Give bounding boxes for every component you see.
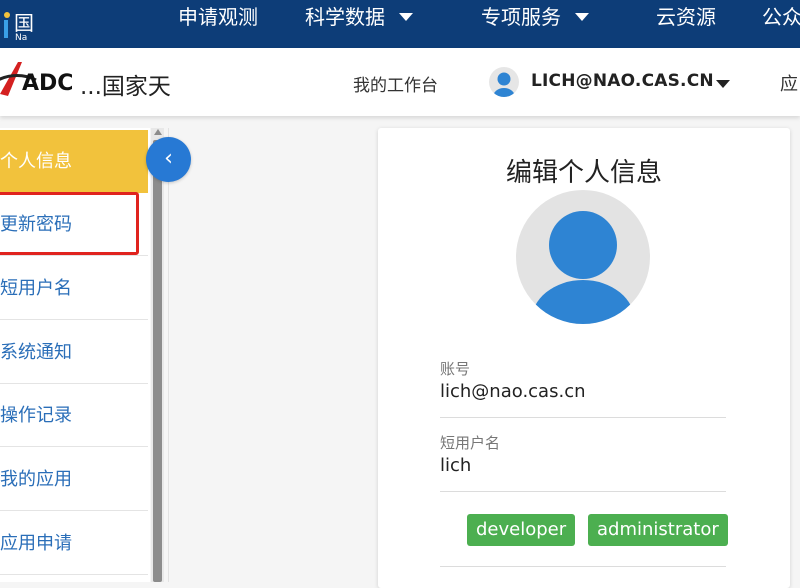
short-name-label: 短用户名 [440, 434, 501, 452]
sidebar-item-label: 操作记录 [0, 405, 72, 426]
nav-label: 申请观测 [178, 5, 258, 29]
top-navbar: 国 Na 申请观测 科学数据 专项服务 云资源 公众 [0, 0, 800, 48]
brand-logo[interactable]: ADC [0, 58, 74, 102]
chevron-left-icon: ‹ [164, 146, 173, 171]
divider [168, 128, 169, 582]
user-avatar[interactable] [489, 67, 519, 97]
profile-card: 编辑个人信息 账号 lich@nao.cas.cn 短用户名 lich deve… [378, 128, 790, 588]
nav-label: 科学数据 [305, 5, 385, 29]
chevron-down-icon[interactable] [716, 80, 730, 88]
chevron-down-icon [399, 12, 413, 21]
nav-special-services[interactable]: 专项服务 [481, 0, 589, 48]
sidebar-item-label: 系统通知 [0, 342, 72, 363]
profile-avatar[interactable] [516, 190, 650, 324]
logo-sub: Na [15, 33, 27, 43]
nav-label: 公众 [762, 5, 800, 29]
nav-science-data[interactable]: 科学数据 [305, 0, 413, 48]
logo-char: 国 [14, 11, 34, 35]
workspace-link[interactable]: 我的工作台 [353, 71, 438, 96]
scrollbar-thumb[interactable] [153, 140, 162, 582]
divider [440, 417, 726, 418]
account-value: lich@nao.cas.cn [440, 381, 586, 402]
short-name-value: lich [440, 455, 472, 476]
apps-link[interactable]: 应 [780, 70, 798, 96]
page-title: 编辑个人信息 [505, 158, 662, 188]
nav-label: 云资源 [656, 5, 716, 29]
nav-apply-observation[interactable]: 申请观测 [178, 0, 258, 48]
scroll-up-arrow-icon[interactable] [154, 129, 162, 135]
site-logo-icon[interactable]: 国 Na [0, 4, 52, 44]
chevron-down-icon [575, 12, 589, 21]
sidebar-item-label: 短用户名 [0, 278, 72, 299]
sidebar-item-label: 应用申请 [0, 533, 72, 554]
sidebar-item-my-apps[interactable]: 我的应用 [0, 448, 148, 511]
role-badge-developer: developer [467, 514, 576, 546]
collapse-sidebar-button[interactable]: ‹ [146, 137, 191, 182]
sidebar-item-label: 我的应用 [0, 469, 72, 490]
user-icon [531, 211, 635, 324]
brand-logo-text: ADC [22, 71, 73, 96]
sidebar-item-system-notice[interactable]: 系统通知 [0, 321, 148, 384]
user-icon [493, 72, 515, 97]
user-email-menu[interactable]: LICH@NAO.CAS.CN [531, 71, 714, 91]
sidebar-item-personal-info[interactable]: 个人信息 [0, 130, 148, 193]
account-label: 账号 [440, 360, 471, 378]
nav-cloud-resources[interactable]: 云资源 [656, 0, 716, 48]
divider [440, 566, 726, 567]
role-badge-administrator: administrator [588, 514, 728, 546]
nav-public[interactable]: 公众 [762, 0, 800, 48]
sidebar-item-app-request[interactable]: 应用申请 [0, 512, 148, 575]
divider [440, 491, 726, 492]
nav-label: 专项服务 [481, 5, 561, 29]
highlight-annotation [0, 192, 139, 255]
sidebar-item-operation-log[interactable]: 操作记录 [0, 384, 148, 447]
brand-text[interactable]: ...国家天 [80, 67, 171, 101]
sidebar-item-label: 个人信息 [0, 151, 72, 172]
sidebar-item-short-username[interactable]: 短用户名 [0, 257, 148, 320]
header-bar: ADC ...国家天 我的工作台 LICH@NAO.CAS.CN 应 [0, 48, 800, 116]
